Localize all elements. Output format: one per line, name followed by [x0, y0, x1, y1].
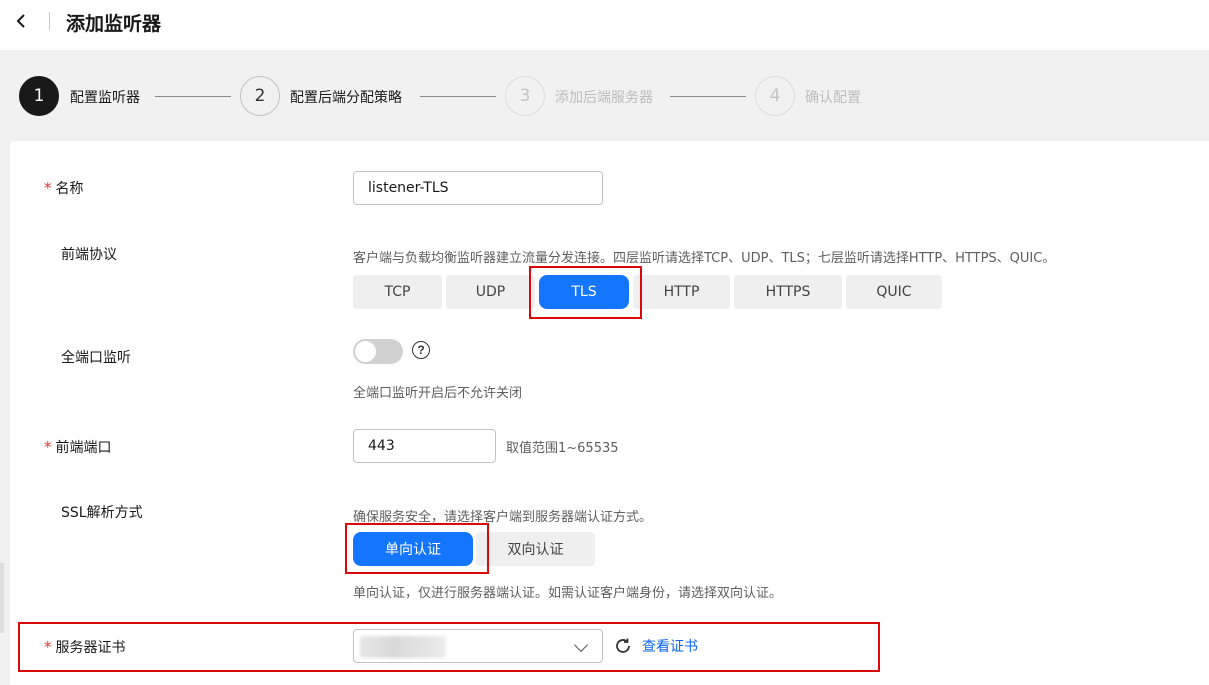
- page-title: 添加监听器: [66, 13, 162, 35]
- protocol-hint: 客户端与负载均衡监听器建立流量分发连接。四层监听请选择TCP、UDP、TLS；七…: [353, 251, 1056, 266]
- name-label: * 名称: [44, 179, 84, 197]
- refresh-icon[interactable]: [613, 636, 633, 656]
- step-connector: [155, 96, 231, 97]
- toggle-knob: [355, 341, 376, 362]
- step-3-circle: 3: [505, 76, 545, 116]
- two-way-auth-button[interactable]: 双向认证: [476, 532, 595, 566]
- required-mark: *: [44, 638, 52, 656]
- one-way-auth-button[interactable]: 单向认证: [353, 532, 473, 566]
- port-input[interactable]: [353, 429, 496, 463]
- all-port-label: 全端口监听: [61, 350, 131, 366]
- step-indicator: 1 配置监听器 2 配置后端分配策略 3 添加后端服务器 4 确认配置: [19, 76, 1119, 116]
- chevron-down-icon: [573, 637, 589, 653]
- ssl-note: 单向认证，仅进行服务器端认证。如需认证客户端身份，请选择双向认证。: [353, 586, 783, 601]
- certificate-select[interactable]: [353, 629, 603, 663]
- protocol-quic-button[interactable]: QUIC: [846, 275, 942, 309]
- step-1-label: 配置监听器: [70, 90, 140, 106]
- step-3-label: 添加后端服务器: [555, 90, 653, 106]
- step-2-circle: 2: [240, 76, 280, 116]
- scroll-indicator: [0, 563, 4, 633]
- step-connector: [670, 96, 746, 97]
- protocol-tls-button[interactable]: TLS: [539, 275, 629, 309]
- back-button[interactable]: [10, 10, 32, 32]
- form-card: [10, 141, 1209, 685]
- required-mark: *: [44, 438, 52, 456]
- protocol-http-button[interactable]: HTTP: [633, 275, 730, 309]
- step-connector: [420, 96, 496, 97]
- view-certificate-link[interactable]: 查看证书: [642, 636, 698, 656]
- page-header: 添加监听器: [0, 0, 1209, 50]
- protocol-https-button[interactable]: HTTPS: [734, 275, 842, 309]
- step-2-label: 配置后端分配策略: [290, 90, 402, 106]
- port-range-hint: 取值范围1~65535: [506, 441, 619, 456]
- protocol-udp-button[interactable]: UDP: [446, 275, 535, 309]
- certificate-label: * 服务器证书: [44, 638, 126, 656]
- required-mark: *: [44, 179, 52, 197]
- step-4-label: 确认配置: [805, 90, 861, 106]
- step-1-circle: 1: [19, 76, 59, 116]
- chevron-left-icon: [16, 14, 25, 28]
- question-circle-icon[interactable]: ?: [412, 341, 430, 359]
- ssl-label: SSL解析方式: [61, 505, 143, 521]
- step-4-circle: 4: [755, 76, 795, 116]
- protocol-tcp-button[interactable]: TCP: [353, 275, 442, 309]
- all-port-hint: 全端口监听开启后不允许关闭: [353, 386, 523, 401]
- header-divider: [49, 12, 50, 30]
- ssl-hint: 确保服务安全，请选择客户端到服务器端认证方式。: [353, 510, 653, 525]
- all-port-toggle[interactable]: [353, 339, 403, 364]
- protocol-label: 前端协议: [61, 247, 117, 263]
- selected-certificate-value: [360, 636, 446, 658]
- name-input[interactable]: [353, 171, 603, 205]
- port-label: * 前端端口: [44, 438, 112, 456]
